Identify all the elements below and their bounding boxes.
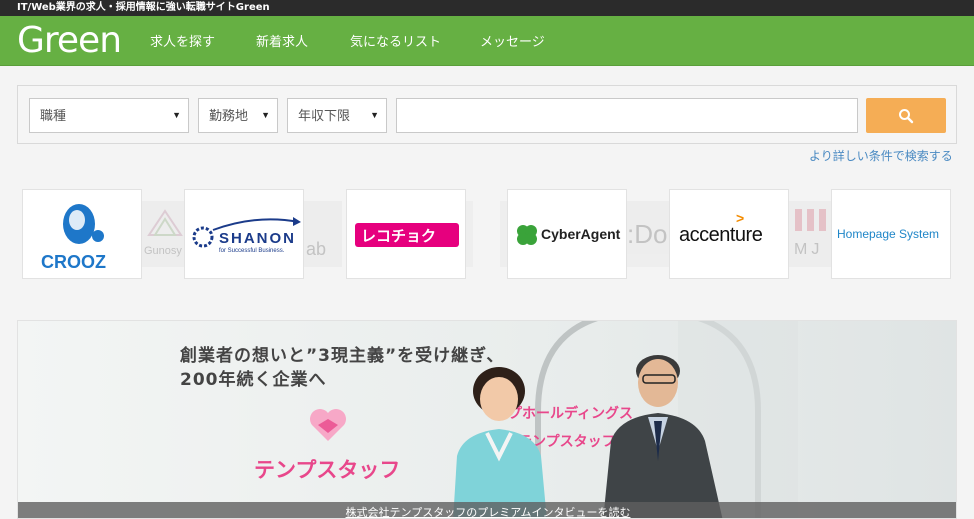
faded-logo-lab: ab <box>302 201 342 267</box>
premium-interview-banner[interactable]: 創業者の想いと”3現主義”を受け継ぎ、 200年続く企業へ テンプスタッフ プホ… <box>17 320 957 519</box>
cyberagent-logo-text: CyberAgent <box>541 226 621 242</box>
company-card-shanon[interactable]: SHANON for Successful Business. <box>184 189 304 279</box>
faded-logo-mj: MJ <box>788 201 833 267</box>
company-card-cyberagent[interactable]: CyberAgent <box>507 189 627 279</box>
global-nav: Green 求人を探す 新着求人 気になるリスト メッセージ <box>0 16 974 66</box>
company-card-homepage-system[interactable]: Homepage System <box>831 189 951 279</box>
nav-new-jobs[interactable]: 新着求人 <box>256 16 308 66</box>
gunosy-mark-icon <box>147 209 183 236</box>
accenture-logo-text: accenture <box>679 224 763 246</box>
faded-gunosy-text: Gunosy <box>144 245 182 257</box>
banner-headline-line2: 200年続く企業へ <box>180 370 327 390</box>
dropdown-arrow-icon: ▼ <box>172 110 181 120</box>
shanon-tagline: for Successful Business. <box>219 248 285 254</box>
salary-value: 年収下限 <box>298 108 351 123</box>
job-type-select[interactable]: 職種 ▼ <box>29 98 189 133</box>
search-button[interactable] <box>866 98 946 133</box>
nav-watch-list[interactable]: 気になるリスト <box>350 16 441 66</box>
faded-logo-gunosy: Gunosy <box>140 201 190 267</box>
shanon-logo-text: SHANON <box>219 230 297 247</box>
nav-messages[interactable]: メッセージ <box>480 16 545 66</box>
keyword-input[interactable] <box>396 98 858 133</box>
company-card-recochoku[interactable]: レコチョク <box>346 189 466 279</box>
search-panel: 職種 ▼ 勤務地 ▼ 年収下限 ▼ <box>17 85 957 144</box>
crooz-logo-text: CROOZ <box>41 252 106 272</box>
location-value: 勤務地 <box>209 108 249 123</box>
site-tagline: IT/Web業界の求人・採用情報に強い転職サイトGreen <box>0 0 974 16</box>
company-card-accenture[interactable]: > accenture <box>669 189 789 279</box>
green-logo[interactable]: Green <box>17 19 122 63</box>
shanon-swoosh-icon <box>212 217 301 231</box>
company-logo-carousel: Gunosy ab :Do MJ CROOZ SHANON for Succes… <box>0 189 974 279</box>
location-select[interactable]: 勤務地 ▼ <box>198 98 278 133</box>
cyberagent-mark-icon <box>517 225 537 245</box>
faded-do-text: :Do <box>627 219 668 249</box>
interviewee-man-photo <box>603 355 723 518</box>
company-card-crooz[interactable]: CROOZ <box>22 189 142 279</box>
tempstaff-logo-text: テンプスタッフ <box>254 458 401 482</box>
tempstaff-handshake-icon <box>310 409 346 441</box>
nav-job-search[interactable]: 求人を探す <box>150 16 215 66</box>
salary-select[interactable]: 年収下限 ▼ <box>287 98 387 133</box>
recochoku-logo-text: レコチョク <box>361 227 437 245</box>
homepage-system-logo-text: Homepage System <box>837 227 940 241</box>
crooz-mark-icon <box>63 204 104 244</box>
faded-mj-text: MJ <box>794 241 824 258</box>
faded-logo-divider <box>465 201 473 267</box>
faded-logo-do: :Do <box>625 201 670 267</box>
banner-caption-link[interactable]: 株式会社テンプスタッフのプレミアムインタビューを読む <box>18 504 956 518</box>
advanced-search-link[interactable]: より詳しい条件で検索する <box>809 147 953 164</box>
magnifier-icon <box>899 109 914 124</box>
mj-mark-icon <box>795 209 826 231</box>
job-type-value: 職種 <box>40 108 67 123</box>
dropdown-arrow-icon: ▼ <box>261 110 270 120</box>
faded-lab-text: ab <box>306 239 327 259</box>
interviewee-woman-photo <box>453 367 547 518</box>
dropdown-arrow-icon: ▼ <box>370 110 379 120</box>
